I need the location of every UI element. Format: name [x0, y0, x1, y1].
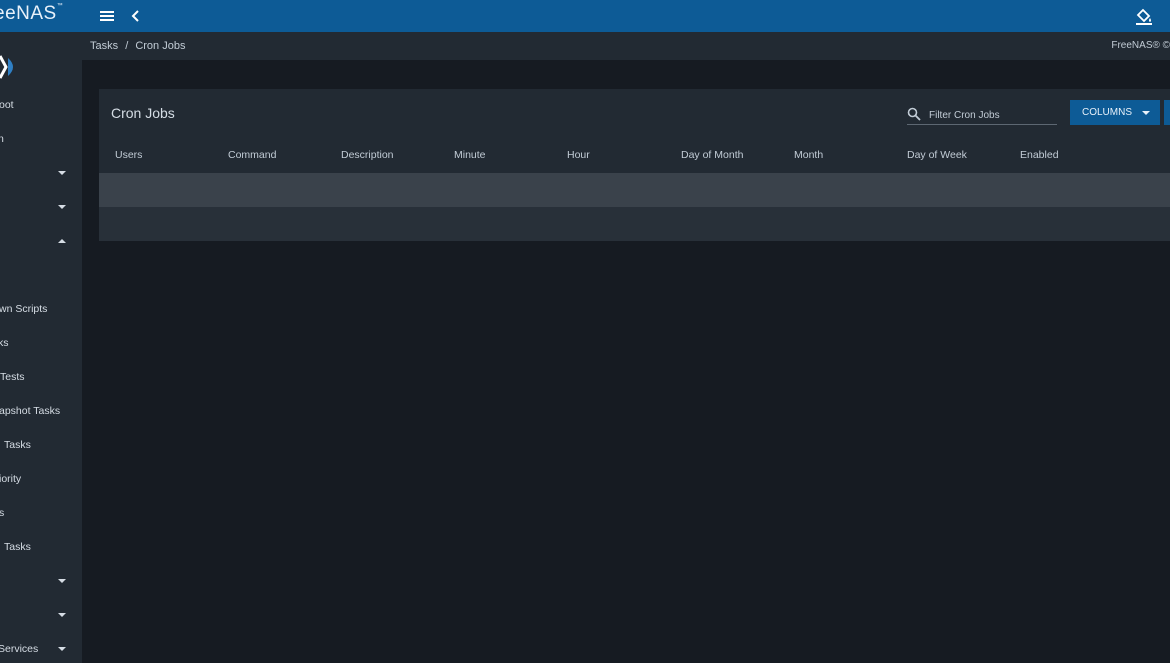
sidebar-item-group-2[interactable]	[0, 197, 82, 219]
freenas-mark-icon	[0, 55, 13, 79]
breadcrumb-separator: /	[125, 40, 129, 52]
breadcrumb-bar: Tasks / Cron Jobs FreeNAS® ©	[82, 32, 1170, 60]
sidebar-item-label: iority	[0, 473, 22, 485]
sidebar: oot n wn Scripts ks Tests apshot Tasks T…	[0, 32, 82, 663]
breadcrumb: Tasks / Cron Jobs	[90, 40, 189, 52]
column-header-command[interactable]: Command	[228, 149, 276, 161]
sidebar-item-label: Tests	[0, 371, 25, 383]
breadcrumb-tasks[interactable]: Tasks	[90, 40, 118, 52]
sidebar-item-rsync-tasks[interactable]: ks	[0, 333, 82, 355]
sidebar-item-group-4[interactable]	[0, 605, 82, 627]
column-header-hour[interactable]: Hour	[567, 149, 590, 161]
sidebar-item-cloud-sync-tasks[interactable]: Tasks	[0, 537, 82, 559]
breadcrumb-current: Cron Jobs	[135, 40, 186, 52]
column-header-enabled[interactable]: Enabled	[1020, 149, 1059, 161]
sidebar-item-label: Tasks	[4, 439, 31, 451]
columns-button[interactable]: COLUMNS	[1070, 100, 1160, 125]
add-button[interactable]	[1164, 100, 1170, 125]
column-header-day-of-month[interactable]: Day of Month	[681, 149, 743, 161]
search-box	[907, 106, 1057, 125]
sidebar-item-group-1[interactable]	[0, 163, 82, 185]
column-header-description[interactable]: Description	[341, 149, 394, 161]
sidebar-item-services[interactable]: Services	[0, 639, 82, 661]
table-header: Users Command Description Minute Hour Da…	[99, 137, 1170, 173]
app-logo: eeNAS™	[0, 3, 64, 24]
sidebar-item-label: Services	[0, 643, 39, 655]
sidebar-item-n[interactable]: n	[0, 129, 82, 151]
sidebar-item-label: wn Scripts	[0, 303, 48, 315]
sidebar-item-resilver-priority[interactable]: iority	[0, 469, 82, 491]
table-row	[99, 173, 1170, 207]
sidebar-item-periodic-snapshot-tasks[interactable]: apshot Tasks	[0, 401, 82, 423]
sidebar-item-smart-tests[interactable]: Tests	[0, 367, 82, 389]
menu-icon[interactable]	[100, 9, 114, 23]
copyright-text: FreeNAS® ©	[1111, 40, 1170, 51]
sidebar-item-label: Tasks	[4, 541, 31, 553]
sidebar-item-label: oot	[0, 99, 14, 111]
sidebar-item-tasks[interactable]	[0, 231, 82, 253]
page-title: Cron Jobs	[111, 105, 175, 121]
sidebar-item-replication-tasks[interactable]: Tasks	[0, 435, 82, 457]
sidebar-item-init-shutdown-scripts[interactable]: wn Scripts	[0, 299, 82, 321]
table-footer	[99, 207, 1170, 241]
sidebar-item-group-3[interactable]	[0, 571, 82, 593]
chevron-up-icon	[58, 239, 66, 243]
search-input[interactable]	[927, 106, 1057, 124]
search-icon	[907, 107, 921, 121]
columns-button-label: COLUMNS	[1082, 107, 1133, 118]
cron-jobs-card: Cron Jobs COLUMNS Users Command Descript…	[99, 89, 1170, 241]
chevron-down-icon	[58, 647, 66, 651]
sidebar-item-reboot[interactable]: oot	[0, 95, 82, 117]
chevron-down-icon	[1142, 111, 1150, 115]
column-header-users[interactable]: Users	[115, 149, 142, 161]
chevron-left-icon[interactable]	[130, 8, 142, 24]
chevron-down-icon	[58, 613, 66, 617]
sidebar-item-label: ks	[0, 337, 9, 349]
column-header-minute[interactable]: Minute	[454, 149, 486, 161]
paint-bucket-icon[interactable]	[1134, 6, 1154, 26]
top-bar: eeNAS™	[0, 0, 1170, 32]
column-header-day-of-week[interactable]: Day of Week	[907, 149, 967, 161]
sidebar-item-label: apshot Tasks	[0, 405, 61, 417]
sidebar-item-scrub-tasks[interactable]: s	[0, 503, 82, 525]
chevron-down-icon	[58, 171, 66, 175]
chevron-down-icon	[58, 579, 66, 583]
column-header-month[interactable]: Month	[794, 149, 823, 161]
sidebar-item-label: n	[0, 133, 4, 145]
sidebar-item-label: s	[0, 507, 5, 519]
chevron-down-icon	[58, 205, 66, 209]
